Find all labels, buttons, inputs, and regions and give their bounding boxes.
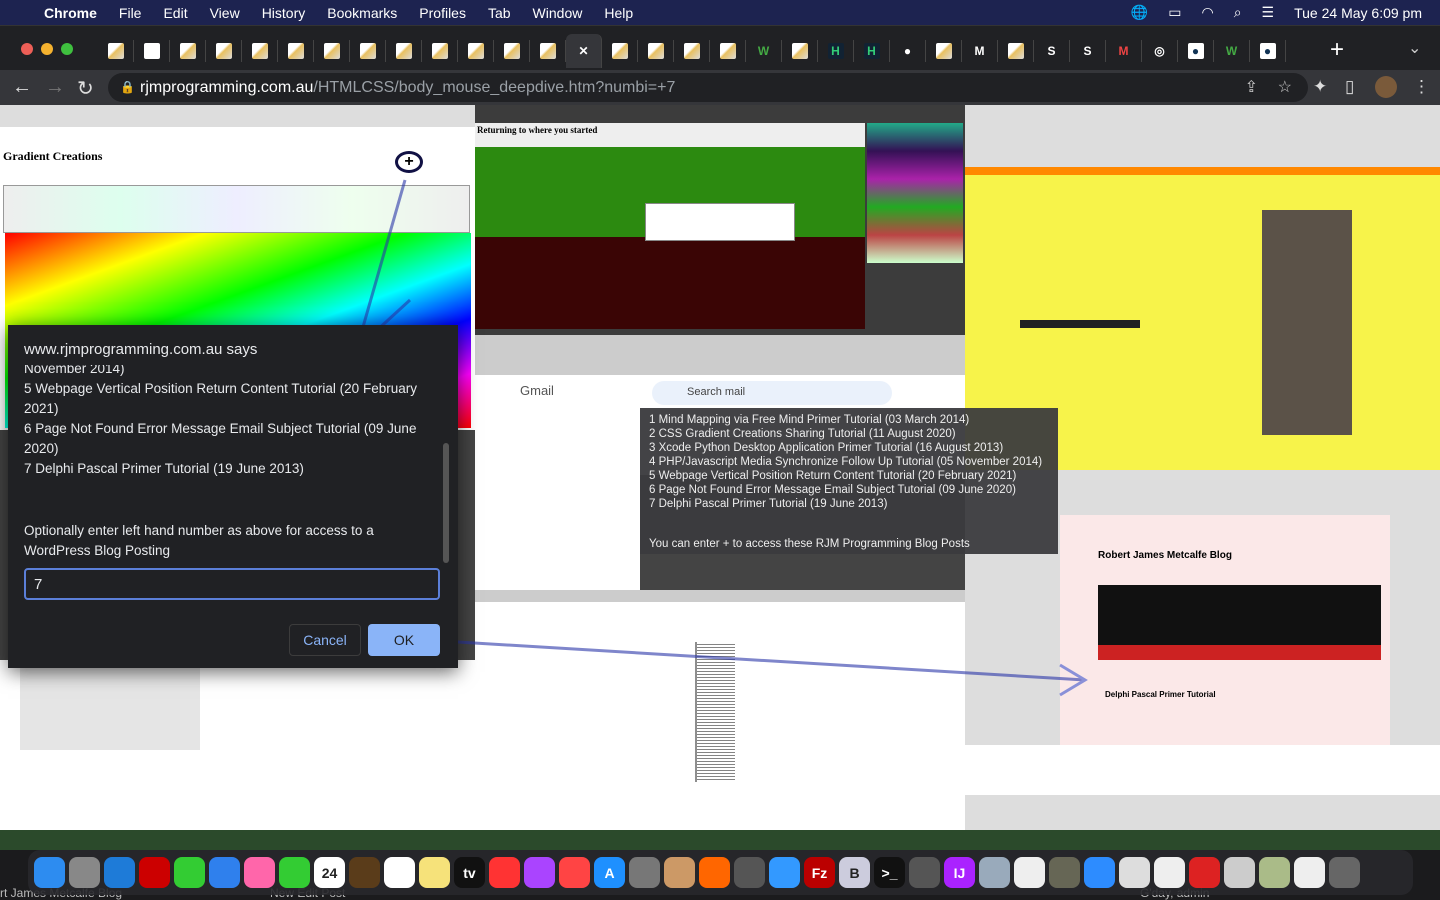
dock-reminders-icon[interactable] [384,857,415,888]
dock-xcode-icon[interactable] [769,857,800,888]
dock-finder-icon[interactable] [34,857,65,888]
dock-firefox-icon[interactable] [699,857,730,888]
dock-file-icon[interactable] [1014,857,1045,888]
dock-mastodon-icon[interactable] [909,857,940,888]
dock-music-icon[interactable] [489,857,520,888]
dialog-line: 6 Page Not Found Error Message Email Sub… [24,421,417,456]
dock-news-icon[interactable] [559,857,590,888]
cancel-button[interactable]: Cancel [289,624,361,656]
dialog-line: November 2014) [24,365,125,376]
javascript-prompt-dialog: www.rjmprogramming.com.au says November … [8,325,458,668]
dialog-prompt-text: Optionally enter left hand number as abo… [24,523,374,558]
dock-acrobat-icon[interactable] [1189,857,1220,888]
dock-tv-icon[interactable]: tv [454,857,485,888]
dock-opera-icon[interactable] [139,857,170,888]
dock-bbedit-icon[interactable]: B [839,857,870,888]
dock-trash-icon[interactable] [1329,857,1360,888]
dialog-line: 7 Delphi Pascal Primer Tutorial (19 June… [24,461,304,476]
dock-app-store-icon[interactable]: A [594,857,625,888]
dock-system-preferences-icon[interactable] [629,857,660,888]
dialog-line: 5 Webpage Vertical Position Return Conte… [24,381,417,416]
dock-photos-icon[interactable] [244,857,275,888]
dock-paint-icon[interactable] [664,857,695,888]
ok-button[interactable]: OK [368,624,440,656]
dock-safari-icon[interactable] [104,857,135,888]
dock-image-icon[interactable] [1259,857,1290,888]
dock-chrome-icon[interactable] [1119,857,1150,888]
dialog-input[interactable] [24,568,440,600]
dock-app-icon[interactable] [349,857,380,888]
dock-notes-icon[interactable] [419,857,450,888]
dock-mail-icon[interactable] [209,857,240,888]
dock-facetime-icon[interactable] [279,857,310,888]
dock-textedit-icon[interactable] [1154,857,1185,888]
dock-zoom-icon[interactable] [1084,857,1115,888]
dock-podcasts-icon[interactable] [524,857,555,888]
dock-doc-icon[interactable] [1224,857,1255,888]
dock-launchpad-icon[interactable] [69,857,100,888]
dock-preview-icon[interactable] [979,857,1010,888]
dock-terminal-icon[interactable]: >_ [874,857,905,888]
dock-calculator-icon[interactable] [734,857,765,888]
dialog-title: www.rjmprogramming.com.au says [24,341,258,358]
dock-calendar-icon[interactable]: 24 [314,857,345,888]
dock-gimp-icon[interactable] [1049,857,1080,888]
dock: 24 tv A Fz B >_ IJ [28,850,1413,895]
dialog-scrollbar[interactable] [443,443,449,563]
dock-doc2-icon[interactable] [1294,857,1325,888]
dock-messages-icon[interactable] [174,857,205,888]
dock-intellij-icon[interactable]: IJ [944,857,975,888]
dock-filezilla-icon[interactable]: Fz [804,857,835,888]
